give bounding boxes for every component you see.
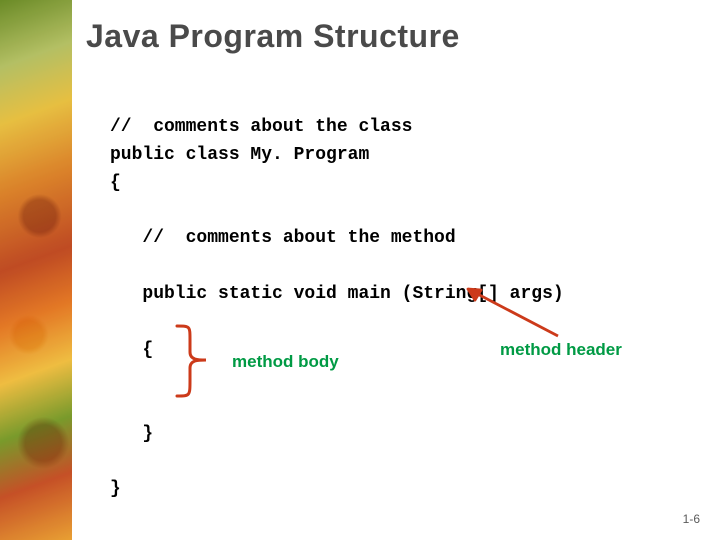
label-method-body: method body [232,352,339,372]
code-line-2: public class My. Program [110,145,369,165]
code-line-1: // comments about the class [110,117,412,137]
code-line-8: } [110,479,121,499]
code-line-4: // comments about the method [110,228,456,248]
code-block: // comments about the class public class… [110,86,564,532]
code-line-5: public static void main (String[] args) [110,284,564,304]
slide-title: Java Program Structure [86,18,460,55]
page-number: 1-6 [683,512,700,526]
code-line-6: { [110,340,153,360]
label-method-header: method header [500,340,622,360]
decorative-left-bar [0,0,72,540]
code-line-7: } [110,424,153,444]
code-line-3: { [110,173,121,193]
slide: Java Program Structure // comments about… [0,0,720,540]
